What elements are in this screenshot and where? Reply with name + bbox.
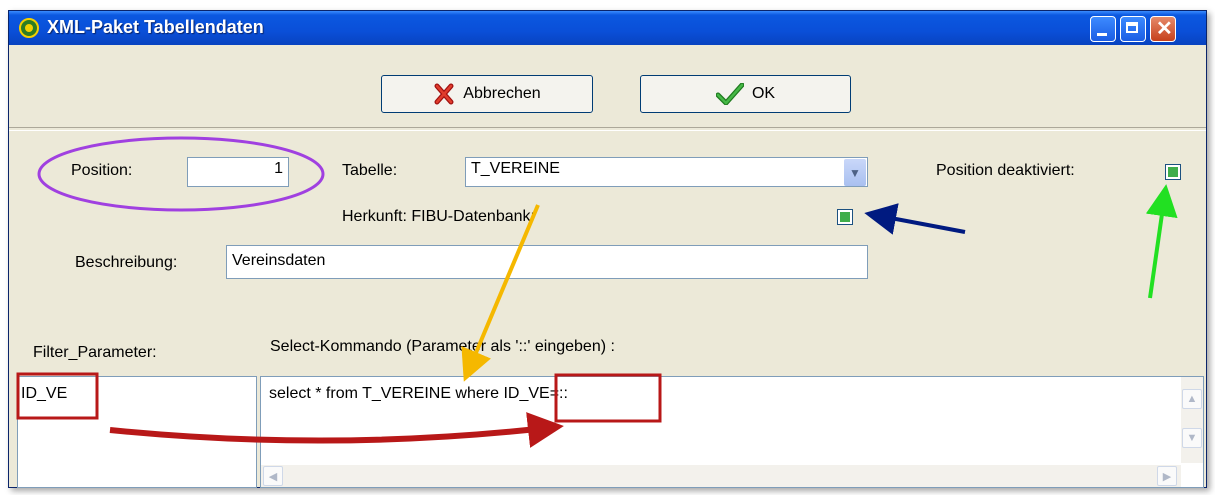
close-button[interactable]: ✕ <box>1150 16 1176 42</box>
select-command-value: select * from T_VEREINE where ID_VE=:: <box>269 385 568 402</box>
maximize-button[interactable] <box>1120 16 1146 42</box>
scroll-left-icon[interactable]: ◀ <box>263 466 283 486</box>
position-label: Position: <box>71 162 133 179</box>
table-select-value: T_VEREINE <box>471 160 560 177</box>
table-label: Tabelle: <box>342 162 398 179</box>
cancel-label: Abbrechen <box>463 85 541 102</box>
cancel-button[interactable]: Abbrechen <box>381 75 593 113</box>
scroll-down-icon[interactable]: ▼ <box>1182 428 1202 448</box>
minimize-button[interactable] <box>1090 16 1116 42</box>
description-input[interactable]: Vereinsdaten <box>226 245 868 279</box>
scroll-up-icon[interactable]: ▲ <box>1182 389 1202 409</box>
app-icon <box>19 18 39 38</box>
horizontal-scrollbar[interactable]: ◀ ▶ <box>261 465 1181 487</box>
position-deactivated-checkbox[interactable] <box>1165 164 1181 180</box>
checkmark-icon <box>715 83 744 105</box>
filter-parameter-field[interactable]: ID_VE <box>17 376 257 488</box>
window-title: XML-Paket Tabellendaten <box>47 17 264 37</box>
ok-button[interactable]: OK <box>640 75 851 113</box>
select-command-field[interactable]: select * from T_VEREINE where ID_VE=:: ▲… <box>260 376 1204 488</box>
title-bar[interactable]: XML-Paket Tabellendaten ✕ <box>9 11 1206 45</box>
chevron-down-icon[interactable]: ▼ <box>844 159 866 186</box>
cancel-x-icon <box>434 83 454 105</box>
dialog-window: XML-Paket Tabellendaten ✕ Abbrechen OK P… <box>8 10 1207 488</box>
table-select[interactable]: T_VEREINE ▼ <box>465 157 868 187</box>
select-command-label: Select-Kommando (Parameter als '::' eing… <box>270 338 615 355</box>
close-icon: ✕ <box>1156 18 1173 40</box>
description-label: Beschreibung: <box>75 254 178 271</box>
vertical-scrollbar[interactable]: ▲ ▼ <box>1181 377 1203 463</box>
separator <box>9 127 1206 131</box>
button-bar: Abbrechen OK <box>9 45 1206 125</box>
position-input[interactable]: 1 <box>187 157 289 187</box>
position-deactivated-label: Position deaktiviert: <box>936 162 1075 179</box>
filter-parameter-value: ID_VE <box>21 385 68 402</box>
origin-fibu-checkbox[interactable] <box>837 209 853 225</box>
scroll-right-icon[interactable]: ▶ <box>1157 466 1177 486</box>
ok-label: OK <box>751 85 776 102</box>
filter-parameter-label: Filter_Parameter: <box>33 344 157 361</box>
origin-label: Herkunft: FIBU-Datenbank: <box>342 208 535 225</box>
